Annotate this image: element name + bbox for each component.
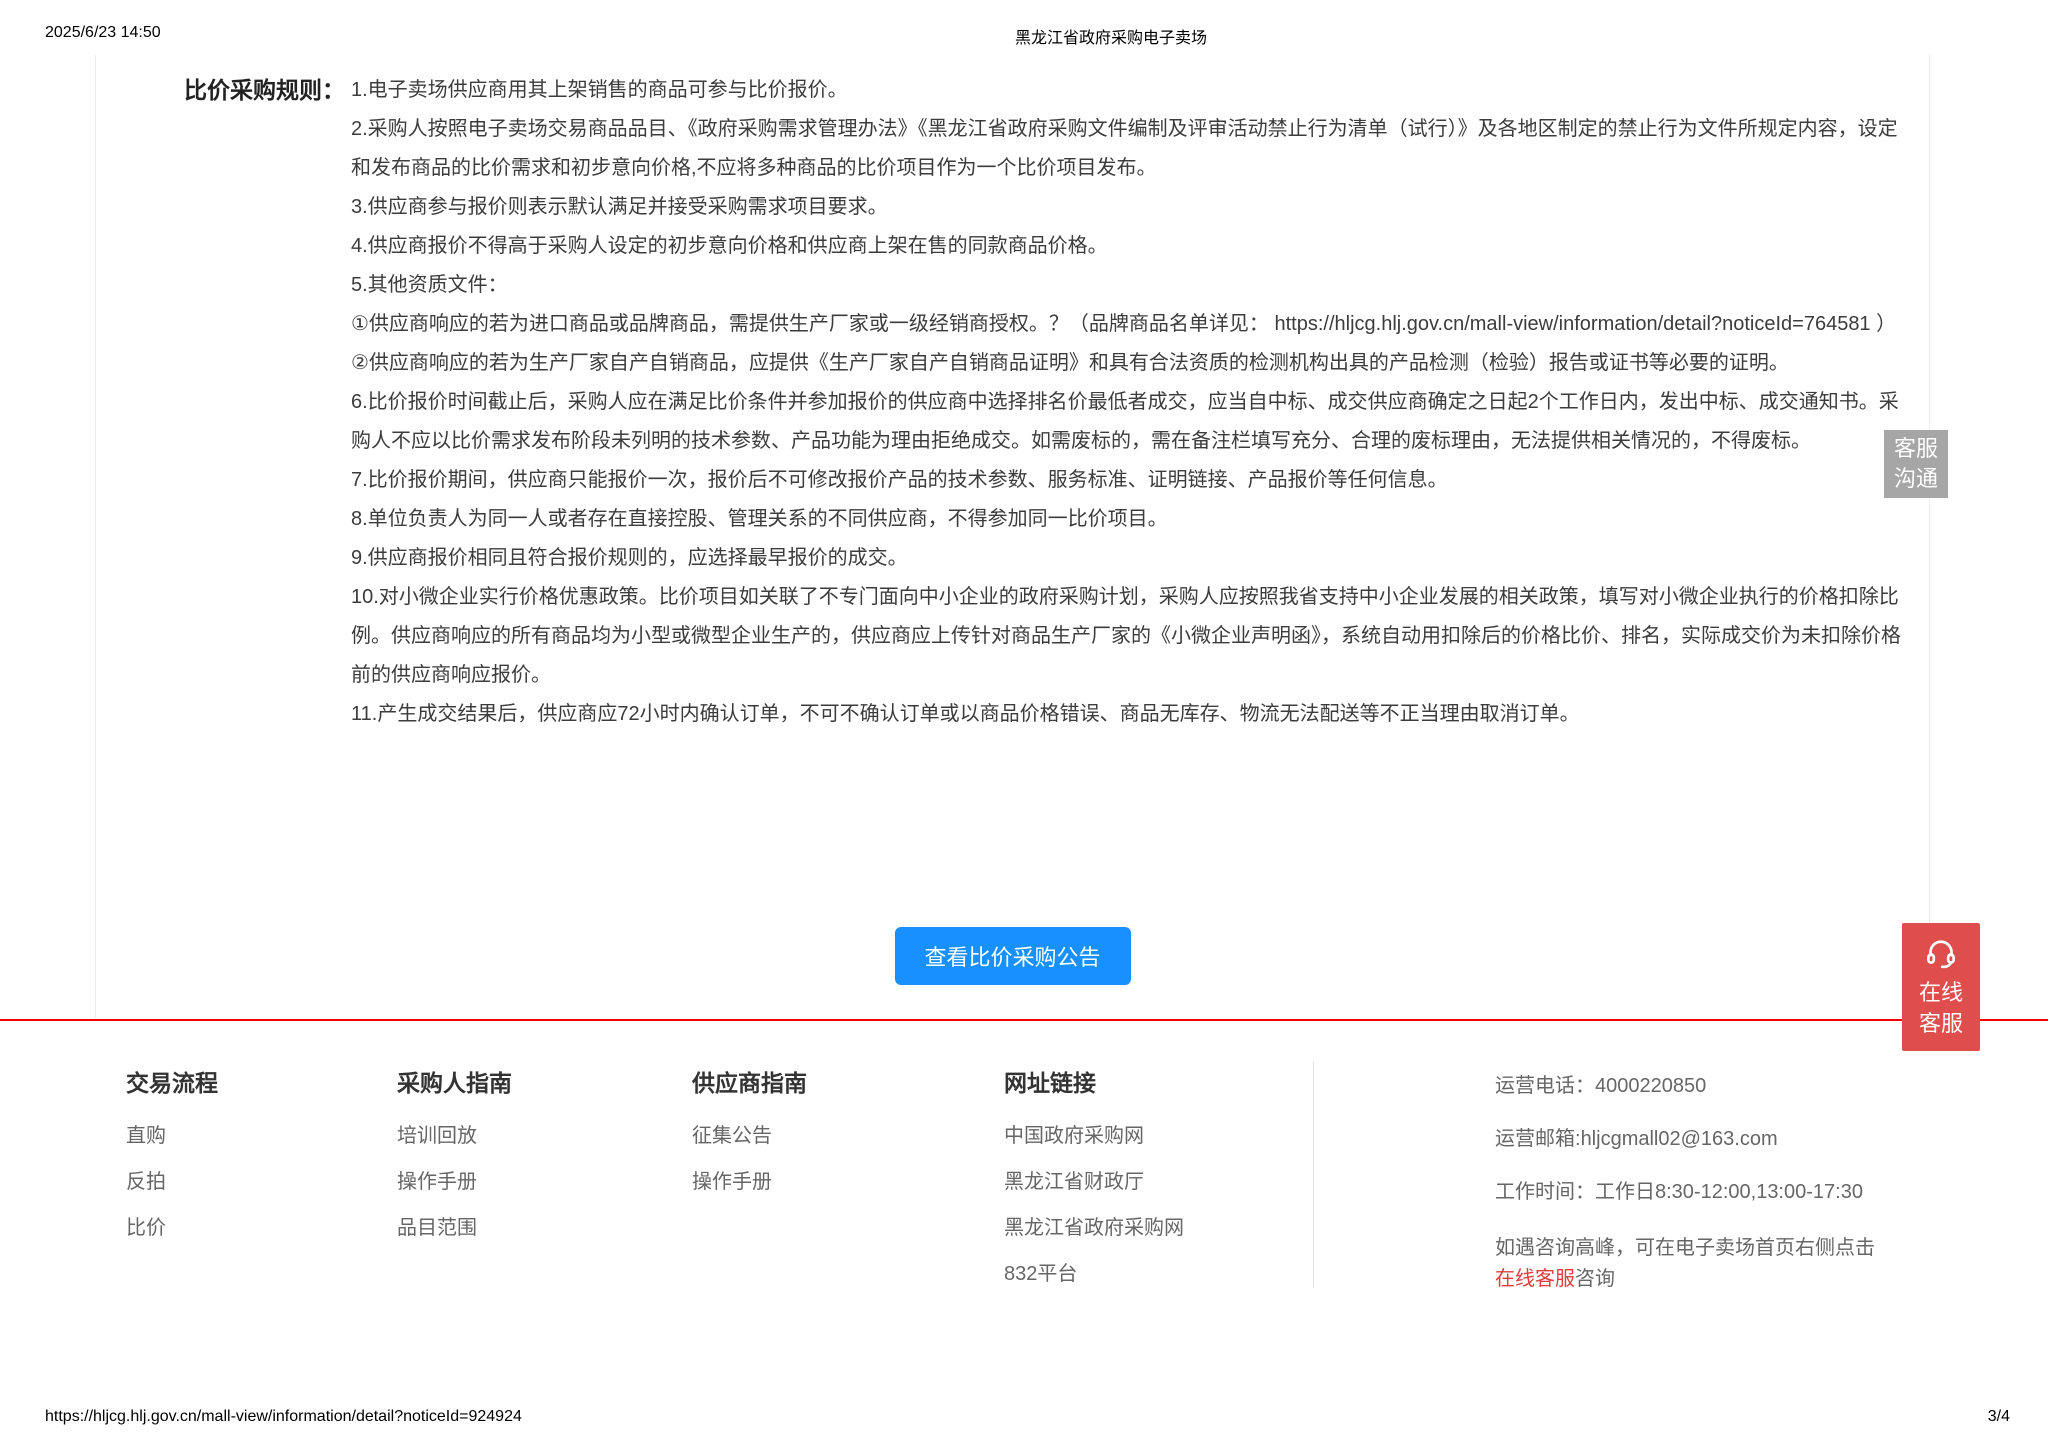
online-service-button[interactable]: 在线 客服 [1902,923,1980,1051]
rule-item-4: 4.供应商报价不得高于采购人设定的初步意向价格和供应商上架在售的同款商品价格。 [351,227,1903,266]
rule-item-1: 1.电子卖场供应商用其上架销售的商品可参与比价报价。 [351,71,1903,110]
footer-column-title: 供应商指南 [692,1064,807,1098]
rule-item-9: 9.供应商报价相同且符合报价规则的，应选择最早报价的成交。 [351,539,1903,578]
chat-tab-button[interactable]: 客服 沟通 [1884,430,1948,498]
content-panel: 比价采购规则： 1.电子卖场供应商用其上架销售的商品可参与比价报价。 2.采购人… [95,55,1930,1019]
footer-link-collection-notice[interactable]: 征集公告 [692,1126,807,1146]
phone-line: 运营电话：4000220850 [1495,1074,1975,1098]
email-label: 运营邮箱: [1495,1128,1581,1150]
service-note-suffix: 咨询 [1575,1268,1615,1290]
footer-link-supplier-manual[interactable]: 操作手册 [692,1172,807,1192]
headset-icon [1923,935,1959,971]
footer-link-832-platform[interactable]: 832平台 [1004,1264,1184,1284]
footer-link-purchaser-manual[interactable]: 操作手册 [397,1172,512,1192]
footer-column-trade-process: 交易流程 直购 反拍 比价 [126,1064,218,1264]
footer-column-title: 采购人指南 [397,1064,512,1098]
footer-link-hlj-procurement[interactable]: 黑龙江省政府采购网 [1004,1218,1184,1238]
footer-link-ccgp[interactable]: 中国政府采购网 [1004,1126,1184,1146]
contact-info: 运营电话：4000220850 运营邮箱:hljcgmall02@163.com… [1495,1074,1975,1295]
red-divider-line [0,1019,2048,1021]
chat-tab-label-line2: 沟通 [1884,464,1948,494]
footer-link-training-replay[interactable]: 培训回放 [397,1126,512,1146]
rule-item-5: 5.其他资质文件： [351,266,1903,305]
service-label-line1: 在线 [1902,977,1980,1008]
footer-column-purchaser-guide: 采购人指南 培训回放 操作手册 品目范围 [397,1064,512,1264]
footer-link-hlj-finance[interactable]: 黑龙江省财政厅 [1004,1172,1184,1192]
hours-value: 工作日8:30-12:00,13:00-17:30 [1595,1181,1863,1203]
email-line: 运营邮箱:hljcgmall02@163.com [1495,1127,1975,1151]
phone-value: 4000220850 [1595,1075,1706,1097]
print-footer-url: https://hljcg.hlj.gov.cn/mall-view/infor… [45,1408,522,1426]
footer-column-title: 交易流程 [126,1064,218,1098]
print-datetime: 2025/6/23 14:50 [45,24,161,42]
print-footer-page-number: 3/4 [1988,1408,2010,1426]
rules-section: 比价采购规则： 1.电子卖场供应商用其上架销售的商品可参与比价报价。 2.采购人… [96,55,1929,734]
rule-item-10: 10.对小微企业实行价格优惠政策。比价项目如关联了不专门面向中小企业的政府采购计… [351,578,1903,695]
service-note-line1: 如遇咨询高峰，可在电子卖场首页右侧点击 [1495,1233,1975,1264]
phone-label: 运营电话： [1495,1075,1595,1097]
online-service-link[interactable]: 在线客服 [1495,1268,1575,1290]
rule-item-2: 2.采购人按照电子卖场交易商品品目、《政府采购需求管理办法》《黑龙江省政府采购文… [351,110,1903,188]
footer-link-direct-purchase[interactable]: 直购 [126,1126,218,1146]
rule-item-11: 11.产生成交结果后，供应商应72小时内确认订单，不可不确认订单或以商品价格错误… [351,695,1903,734]
footer-vertical-divider [1313,1062,1314,1288]
footer-link-price-compare[interactable]: 比价 [126,1218,218,1238]
hours-line: 工作时间：工作日8:30-12:00,13:00-17:30 [1495,1180,1975,1204]
hours-label: 工作时间： [1495,1181,1595,1203]
rule-item-5-sub1: ①供应商响应的若为进口商品或品牌商品，需提供生产厂家或一级经销商授权。？（品牌商… [351,305,1903,344]
print-page-title: 黑龙江省政府采购电子卖场 [1015,24,1207,48]
view-notice-button[interactable]: 查看比价采购公告 [894,927,1130,985]
rules-list: 1.电子卖场供应商用其上架销售的商品可参与比价报价。 2.采购人按照电子卖场交易… [351,71,1903,734]
footer-link-catalog-scope[interactable]: 品目范围 [397,1218,512,1238]
service-label-line2: 客服 [1902,1008,1980,1039]
rules-label: 比价采购规则： [184,71,345,734]
email-value: hljcgmall02@163.com [1581,1128,1778,1150]
service-note-line2: 在线客服咨询 [1495,1264,1975,1295]
footer-link-reverse-auction[interactable]: 反拍 [126,1172,218,1192]
footer-column-title: 网址链接 [1004,1064,1184,1098]
rule-item-3: 3.供应商参与报价则表示默认满足并接受采购需求项目要求。 [351,188,1903,227]
footer-column-site-links: 网址链接 中国政府采购网 黑龙江省财政厅 黑龙江省政府采购网 832平台 [1004,1064,1184,1310]
rule-item-6: 6.比价报价时间截止后，采购人应在满足比价条件并参加报价的供应商中选择排名价最低… [351,383,1903,461]
footer-column-supplier-guide: 供应商指南 征集公告 操作手册 [692,1064,807,1218]
rule-item-8: 8.单位负责人为同一人或者存在直接控股、管理关系的不同供应商，不得参加同一比价项… [351,500,1903,539]
rule-item-7: 7.比价报价期间，供应商只能报价一次，报价后不可修改报价产品的技术参数、服务标准… [351,461,1903,500]
rule-item-5-sub2: ②供应商响应的若为生产厂家自产自销商品，应提供《生产厂家自产自销商品证明》和具有… [351,344,1903,383]
chat-tab-label-line1: 客服 [1884,434,1948,464]
